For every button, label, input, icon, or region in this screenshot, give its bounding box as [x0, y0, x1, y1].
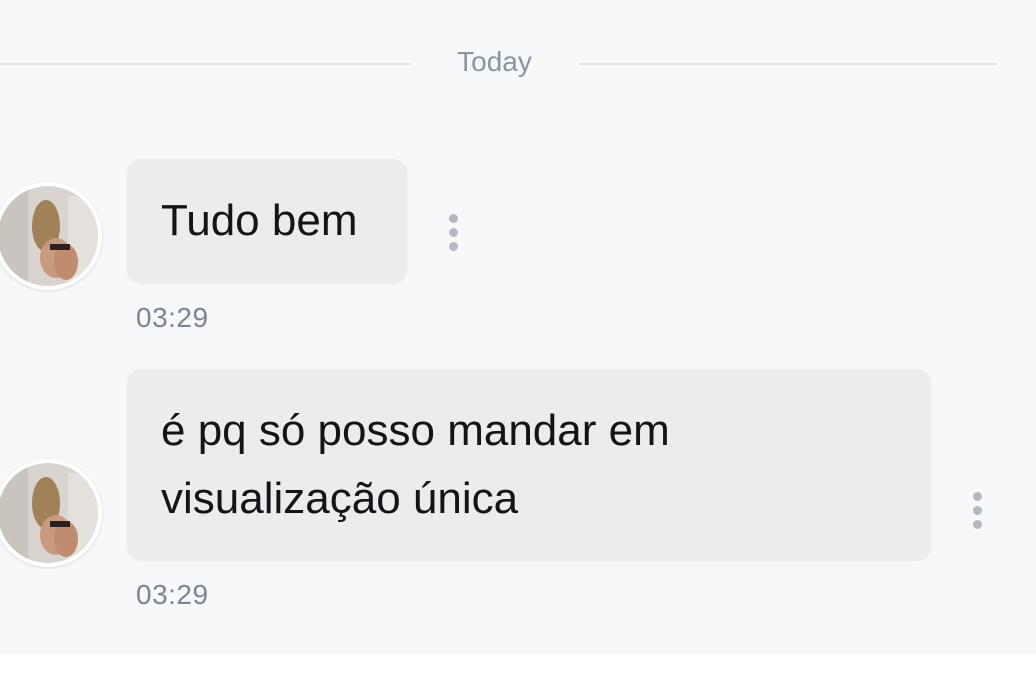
message-bubble[interactable]: é pq só posso mandar em visualização úni…	[127, 369, 931, 560]
avatar-photo	[0, 463, 98, 563]
contact-avatar[interactable]	[0, 459, 102, 567]
avatar-photo	[0, 186, 98, 286]
message-text: é pq só posso mandar em visualização úni…	[161, 406, 670, 523]
contact-avatar[interactable]	[0, 182, 102, 290]
chat-panel: Today Tudo bem 03:29 é pq só posso manda…	[0, 0, 1036, 654]
more-vertical-icon[interactable]	[967, 488, 987, 536]
message-text: Tudo bem	[161, 196, 358, 245]
date-divider-line-left	[0, 63, 410, 65]
more-vertical-icon[interactable]	[443, 210, 463, 258]
message-bubble[interactable]: Tudo bem	[127, 159, 407, 283]
message-timestamp: 03:29	[136, 579, 209, 610]
message-timestamp: 03:29	[136, 302, 209, 333]
date-divider-line-right	[579, 63, 997, 65]
date-divider-label: Today	[457, 46, 532, 77]
